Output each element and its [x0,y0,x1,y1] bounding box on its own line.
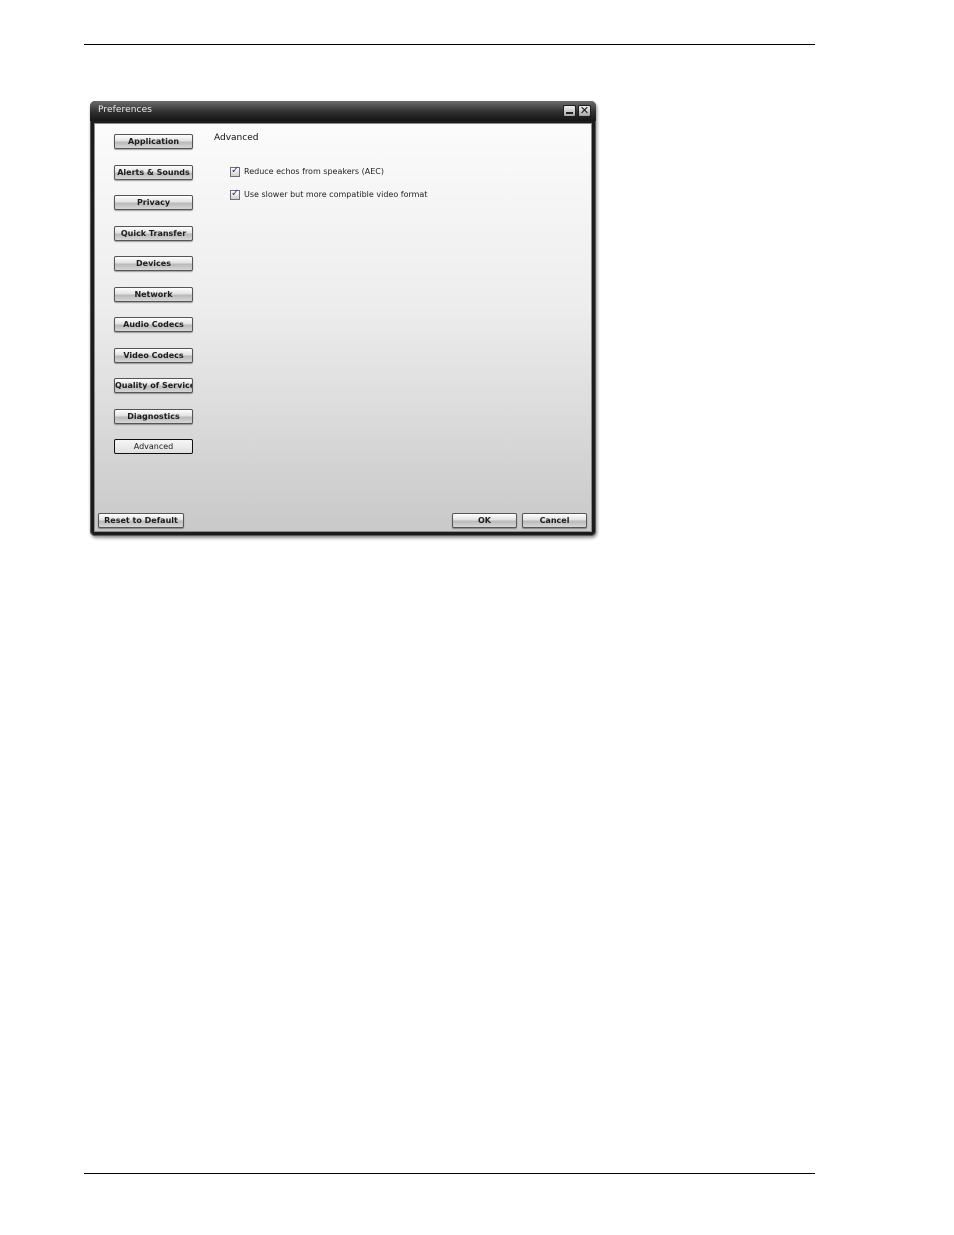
reset-to-default-button[interactable]: Reset to Default [98,513,184,528]
compatible-video-checkbox[interactable]: ✓ [230,188,240,200]
nav-advanced-button[interactable]: Advanced [114,439,193,454]
aec-checkbox[interactable]: ✓ [230,165,240,177]
nav-application-button[interactable]: Application [114,134,193,149]
preferences-panel: Application Alerts & Sounds Privacy Quic… [94,123,592,532]
page-bottom-rule [84,1173,815,1174]
close-icon: ✕ [579,104,590,117]
nav-network-button[interactable]: Network [114,287,193,302]
ok-button[interactable]: OK [452,513,517,528]
checkmark-icon: ✓ [231,165,240,176]
aec-label[interactable]: Reduce echos from speakers (AEC) [244,167,384,177]
preferences-window: Preferences ✕ Application Alerts & Sound… [90,101,596,536]
nav-quick-transfer-button[interactable]: Quick Transfer [114,226,193,241]
section-title: Advanced [214,133,259,143]
window-title: Preferences [98,105,153,115]
nav-diagnostics-button[interactable]: Diagnostics [114,409,193,424]
close-button[interactable]: ✕ [578,104,591,117]
checkmark-icon: ✓ [231,188,240,199]
compatible-video-label[interactable]: Use slower but more compatible video for… [244,190,427,200]
nav-alerts-sounds-button[interactable]: Alerts & Sounds [114,165,193,180]
title-bar[interactable]: Preferences ✕ [90,101,596,121]
nav-audio-codecs-button[interactable]: Audio Codecs [114,317,193,332]
nav-privacy-button[interactable]: Privacy [114,195,193,210]
page-top-rule [84,44,815,45]
minimize-icon [566,112,573,114]
nav-video-codecs-button[interactable]: Video Codecs [114,348,193,363]
minimize-button[interactable] [563,105,576,117]
nav-quality-of-service-button[interactable]: Quality of Service [114,378,193,393]
cancel-button[interactable]: Cancel [522,513,587,528]
nav-devices-button[interactable]: Devices [114,256,193,271]
